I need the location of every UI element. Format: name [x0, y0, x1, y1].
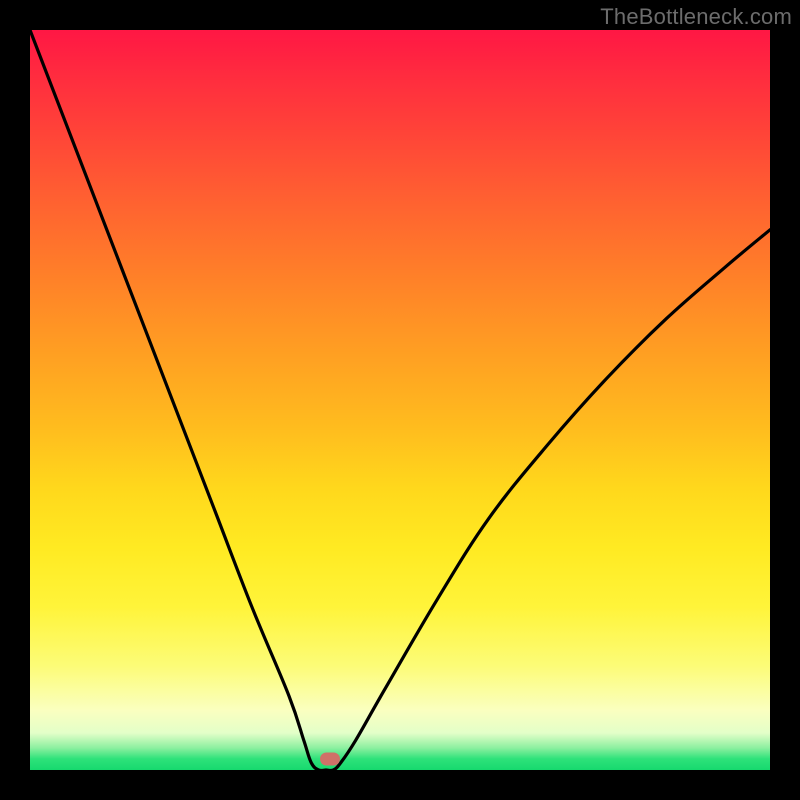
bottleneck-curve: [30, 30, 770, 770]
watermark-text: TheBottleneck.com: [600, 4, 792, 30]
plot-area: [30, 30, 770, 770]
chart-frame: TheBottleneck.com: [0, 0, 800, 800]
optimal-marker: [320, 752, 340, 765]
